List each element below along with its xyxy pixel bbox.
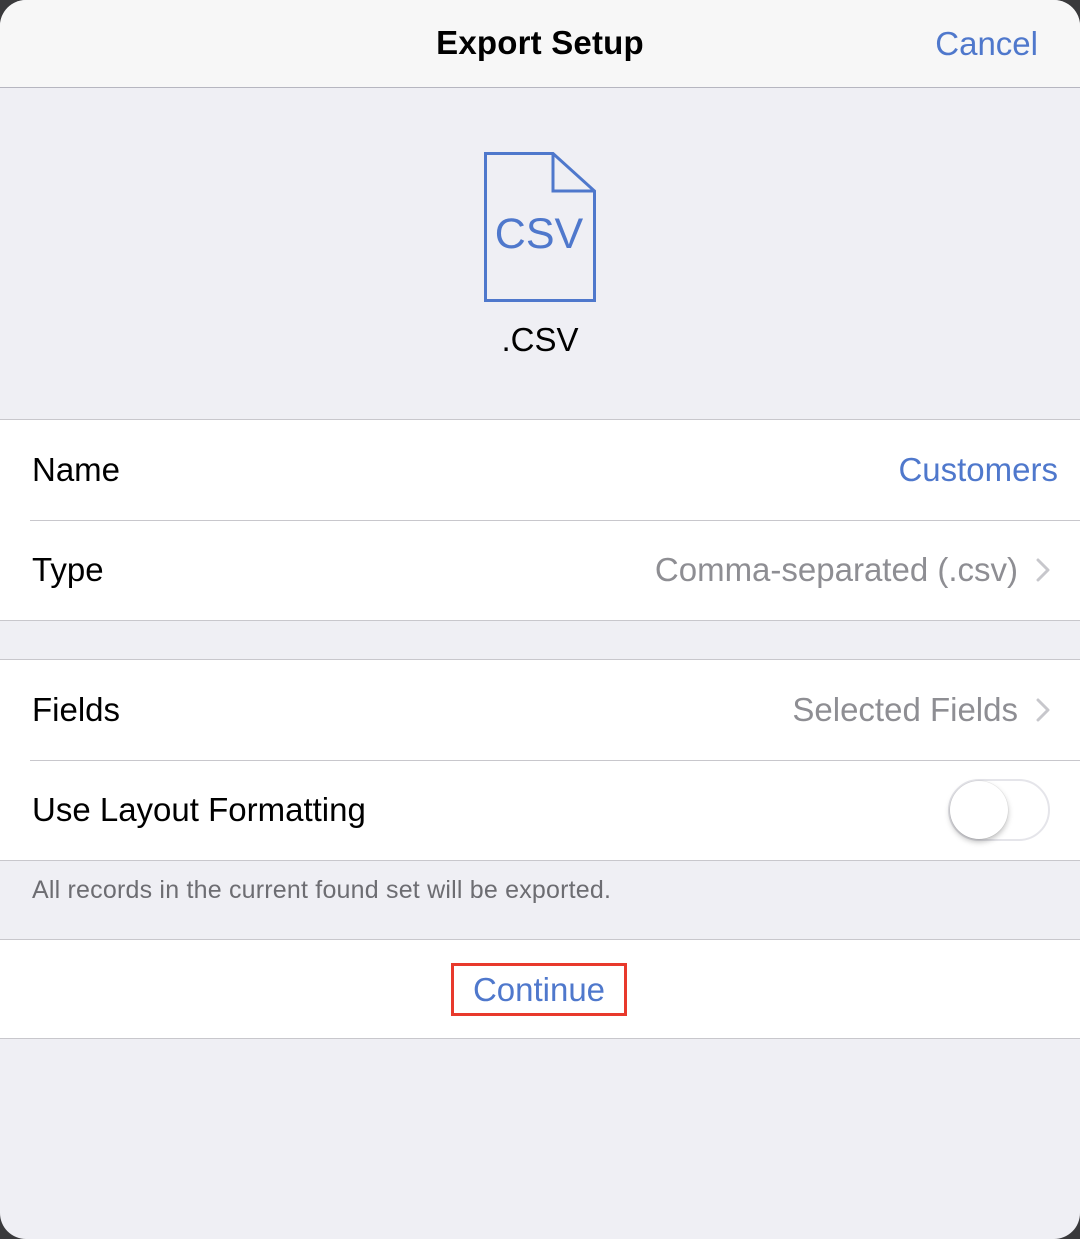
toggle-knob [950, 781, 1008, 839]
continue-group: Continue [0, 939, 1080, 1039]
file-extension-label: .CSV [501, 321, 579, 358]
file-icon-text: CSV [495, 210, 584, 258]
fields-label: Fields [32, 691, 121, 728]
continue-button[interactable]: Continue [451, 963, 627, 1016]
type-value: Comma-separated (.csv) [654, 551, 1018, 588]
name-value[interactable]: Customers [898, 451, 1058, 489]
csv-file-icon: CSV [484, 152, 596, 302]
layout-formatting-label: Use Layout Formatting [32, 791, 366, 828]
export-footnote: All records in the current found set wil… [32, 876, 612, 904]
name-type-group: Name Customers Type Comma-separated (.cs… [0, 419, 1080, 621]
export-setup-sheet: Export Setup Cancel CSV .CSV Name Custom… [0, 0, 1080, 1239]
fields-row[interactable]: Fields Selected Fields [0, 660, 1080, 760]
page-title: Export Setup [436, 24, 644, 61]
name-row[interactable]: Name Customers [0, 420, 1080, 520]
layout-formatting-row: Use Layout Formatting [0, 760, 1080, 860]
type-label: Type [32, 551, 104, 588]
type-row[interactable]: Type Comma-separated (.csv) [0, 520, 1080, 620]
layout-formatting-toggle[interactable] [948, 779, 1050, 841]
fields-format-group: Fields Selected Fields Use Layout Format… [0, 659, 1080, 861]
fields-value: Selected Fields [792, 691, 1018, 728]
navigation-bar: Export Setup Cancel [0, 0, 1080, 88]
name-label: Name [32, 451, 121, 488]
cancel-button[interactable]: Cancel [935, 25, 1038, 63]
chevron-right-icon [1036, 558, 1050, 582]
file-type-header: CSV .CSV [0, 89, 1080, 419]
chevron-right-icon [1036, 698, 1050, 722]
